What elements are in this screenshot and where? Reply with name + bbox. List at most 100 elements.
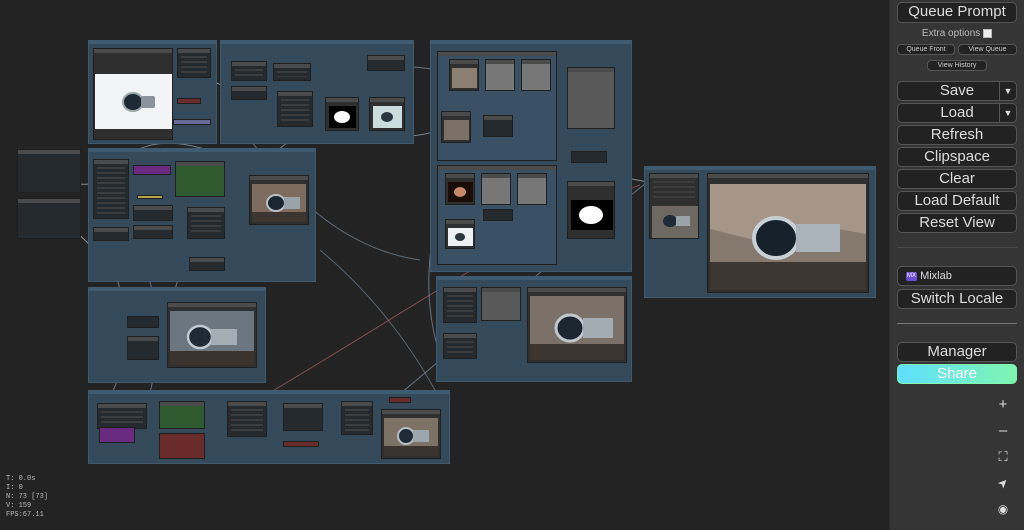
stat-fps: FPS:67.11 bbox=[6, 511, 44, 519]
divider bbox=[897, 323, 1017, 324]
node[interactable] bbox=[133, 205, 173, 221]
clear-button[interactable]: Clear bbox=[897, 169, 1017, 189]
save-dropdown-arrow[interactable]: ▼ bbox=[999, 82, 1016, 100]
node[interactable] bbox=[277, 91, 313, 127]
node[interactable] bbox=[93, 227, 129, 241]
view-history-button[interactable]: View History bbox=[927, 60, 987, 71]
watch-thumbnail bbox=[384, 418, 438, 456]
node[interactable] bbox=[389, 397, 411, 403]
node[interactable] bbox=[159, 401, 205, 429]
queue-prompt-button[interactable]: Queue Prompt bbox=[897, 2, 1017, 23]
load-label: Load bbox=[940, 104, 974, 121]
side-menu: Queue Prompt Extra options Queue Front V… bbox=[889, 0, 1024, 530]
mixlab-label: Mixlab bbox=[920, 270, 952, 282]
node-group[interactable] bbox=[436, 276, 632, 382]
mask-thumbnail bbox=[329, 106, 356, 128]
switch-locale-button[interactable]: Switch Locale bbox=[897, 289, 1017, 309]
node-group[interactable] bbox=[644, 166, 876, 298]
mixlab-button[interactable]: MX Mixlab bbox=[897, 266, 1017, 286]
node[interactable] bbox=[137, 195, 163, 199]
load-button[interactable]: Load ▼ bbox=[897, 103, 1017, 123]
image-preview-node[interactable] bbox=[449, 59, 479, 91]
image-preview-node[interactable] bbox=[707, 173, 869, 293]
mixlab-icon: MX bbox=[906, 271, 917, 281]
node[interactable] bbox=[341, 401, 373, 435]
node[interactable] bbox=[231, 61, 267, 81]
visibility-eye-icon[interactable]: ◉ bbox=[989, 496, 1017, 522]
node[interactable] bbox=[99, 427, 135, 443]
node[interactable] bbox=[127, 316, 159, 328]
queue-front-button[interactable]: Queue Front bbox=[897, 44, 955, 55]
node-group[interactable] bbox=[220, 40, 414, 144]
load-default-button[interactable]: Load Default bbox=[897, 191, 1017, 211]
node-graph-canvas[interactable]: T: 0.0s I: 0 N: 73 [73] V: 159 FPS:67.11 bbox=[0, 0, 890, 530]
node[interactable] bbox=[133, 165, 171, 175]
node[interactable] bbox=[481, 287, 521, 321]
node[interactable] bbox=[133, 225, 173, 239]
image-preview-node[interactable] bbox=[527, 287, 627, 363]
node[interactable] bbox=[17, 198, 81, 239]
node[interactable] bbox=[273, 63, 311, 81]
node[interactable] bbox=[483, 209, 513, 221]
manager-button[interactable]: Manager bbox=[897, 342, 1017, 362]
image-preview-node[interactable] bbox=[441, 111, 471, 143]
node-group[interactable] bbox=[88, 390, 450, 464]
save-button[interactable]: Save ▼ bbox=[897, 81, 1017, 101]
node[interactable] bbox=[97, 403, 147, 429]
node[interactable] bbox=[227, 401, 267, 437]
node[interactable] bbox=[231, 86, 267, 100]
node[interactable] bbox=[187, 207, 225, 239]
zoom-in-icon[interactable]: + bbox=[989, 392, 1017, 418]
load-image-node[interactable] bbox=[93, 48, 173, 140]
image-preview-node[interactable] bbox=[381, 409, 441, 459]
mask-preview-node[interactable] bbox=[567, 181, 615, 239]
mask-preview-node[interactable] bbox=[325, 97, 359, 131]
node[interactable] bbox=[521, 59, 551, 91]
zoom-out-icon[interactable]: – bbox=[989, 418, 1017, 444]
node-group[interactable] bbox=[88, 40, 217, 144]
node[interactable] bbox=[517, 173, 547, 205]
node[interactable] bbox=[177, 98, 201, 104]
watch-thumbnail bbox=[95, 74, 172, 129]
node[interactable] bbox=[443, 333, 477, 359]
clipspace-button[interactable]: Clipspace bbox=[897, 147, 1017, 167]
node[interactable] bbox=[443, 287, 477, 323]
node[interactable] bbox=[127, 336, 159, 360]
node[interactable] bbox=[177, 48, 211, 78]
node-group[interactable] bbox=[88, 287, 266, 383]
node-group[interactable] bbox=[430, 40, 632, 272]
node[interactable] bbox=[159, 433, 205, 459]
node[interactable] bbox=[17, 149, 81, 193]
node[interactable] bbox=[283, 403, 323, 431]
node-group[interactable] bbox=[88, 148, 316, 282]
load-dropdown-arrow[interactable]: ▼ bbox=[999, 104, 1016, 122]
node[interactable] bbox=[481, 173, 511, 205]
node[interactable] bbox=[283, 441, 319, 447]
node[interactable] bbox=[93, 159, 129, 219]
image-preview-node[interactable] bbox=[649, 173, 699, 239]
image-preview-node[interactable] bbox=[445, 173, 475, 205]
node[interactable] bbox=[571, 151, 607, 163]
node[interactable] bbox=[567, 67, 615, 129]
watch-thumbnail bbox=[530, 296, 624, 360]
node[interactable] bbox=[483, 115, 513, 137]
reset-view-button[interactable]: Reset View bbox=[897, 213, 1017, 233]
node[interactable] bbox=[485, 59, 515, 91]
extra-options-checkbox[interactable] bbox=[983, 28, 993, 38]
performance-stats: T: 0.0s I: 0 N: 73 [73] V: 159 FPS:67.11 bbox=[6, 475, 48, 520]
image-preview-node[interactable] bbox=[167, 302, 257, 368]
node[interactable] bbox=[173, 119, 211, 125]
image-preview-node[interactable] bbox=[369, 97, 405, 131]
extra-options-text: Extra options bbox=[921, 28, 981, 39]
image-preview-node[interactable] bbox=[445, 219, 475, 249]
stat-time: T: 0.0s bbox=[6, 475, 36, 483]
watch-output-image bbox=[710, 184, 866, 290]
divider bbox=[897, 247, 1017, 248]
refresh-button[interactable]: Refresh bbox=[897, 125, 1017, 145]
node[interactable] bbox=[189, 257, 225, 271]
node[interactable] bbox=[175, 161, 225, 197]
view-queue-button[interactable]: View Queue bbox=[958, 44, 1017, 55]
share-button[interactable]: Share bbox=[897, 364, 1017, 384]
image-preview-node[interactable] bbox=[249, 175, 309, 225]
node[interactable] bbox=[367, 55, 405, 71]
